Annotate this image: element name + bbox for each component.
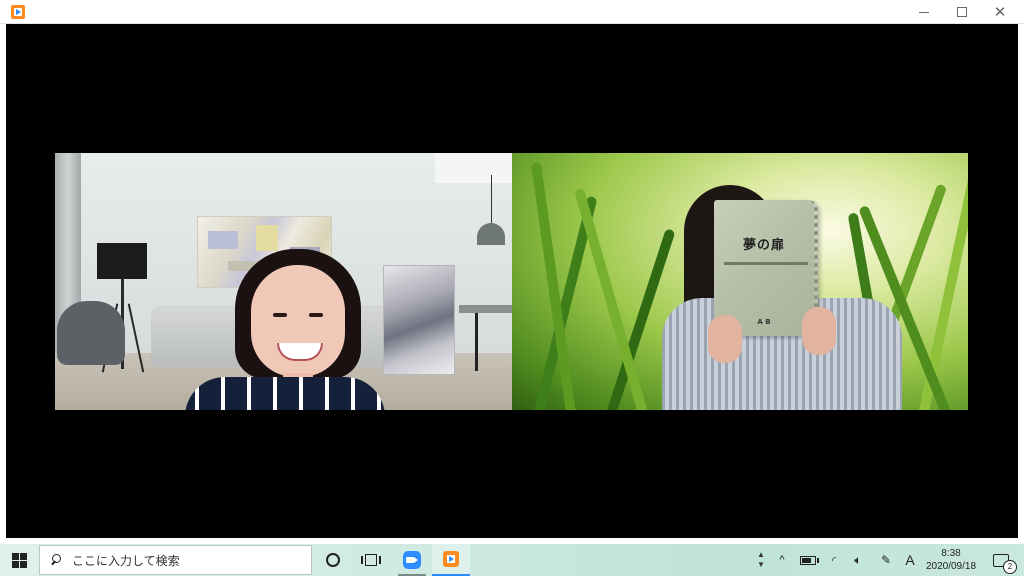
table-leg — [475, 313, 478, 371]
battery-icon[interactable] — [796, 544, 820, 576]
booklet-subtitle-line — [724, 262, 808, 265]
participant-striped-top — [185, 377, 385, 410]
search-icon — [50, 554, 62, 566]
cortana-icon[interactable] — [314, 544, 352, 576]
volume-icon[interactable]: 🔈︎ — [848, 544, 868, 576]
wifi-icon[interactable]: ◜ — [824, 544, 844, 576]
minimize-icon — [919, 11, 929, 13]
show-hidden-icons-chevron-icon[interactable]: ^ — [772, 544, 792, 576]
clock-date: 2020/09/18 — [925, 561, 977, 572]
clock-time: 8:38 — [941, 548, 961, 559]
smile — [277, 343, 323, 361]
maximize-icon — [957, 7, 967, 17]
system-clock[interactable]: 8:38 2020/09/18 — [922, 544, 980, 576]
pendant-cord — [491, 175, 492, 223]
window-border-right — [1018, 24, 1024, 538]
participant-face — [251, 265, 345, 377]
close-icon: ✕ — [993, 3, 1007, 21]
notification-count-badge: 2 — [1003, 559, 1017, 574]
ime-mode-indicator[interactable]: A — [900, 544, 920, 576]
right-hand — [802, 307, 836, 355]
left-hand — [708, 315, 742, 363]
task-view-icon[interactable] — [352, 544, 390, 576]
participant-video-right[interactable]: 夢の扉 A B — [512, 153, 968, 410]
maximize-button[interactable] — [944, 0, 980, 24]
taskbar-search-box[interactable]: ここに入力して検索 — [39, 545, 312, 575]
zoom-icon[interactable] — [393, 544, 431, 576]
action-center-button[interactable]: 2 — [984, 544, 1018, 576]
participant-video-left[interactable] — [55, 153, 512, 410]
close-button[interactable]: ✕ — [982, 0, 1018, 24]
notification-icon: 2 — [993, 553, 1017, 574]
eye — [309, 313, 323, 317]
grass-blade — [574, 187, 650, 410]
pen-workspace-icon[interactable]: ✎ — [876, 544, 896, 576]
start-button[interactable] — [0, 544, 38, 576]
city-canvas-art — [383, 265, 455, 375]
side-table — [459, 305, 512, 313]
video-player-taskbar-icon[interactable] — [432, 544, 470, 576]
egg-chair — [57, 301, 125, 365]
ceiling-beam — [435, 153, 512, 183]
video-player-icon — [11, 5, 25, 19]
taskbar: ここに入力して検索 ▲ ▼ ^ ◜ 🔈︎ ✎ A 8:38 2020/09/18 … — [0, 544, 1024, 576]
search-placeholder: ここに入力して検索 — [72, 553, 180, 568]
pendant-light — [477, 223, 505, 245]
booklet-title: 夢の扉 — [742, 238, 785, 253]
floor-lamp — [97, 243, 147, 279]
minimize-button[interactable] — [906, 0, 942, 24]
windows-logo-icon — [11, 552, 27, 568]
eye — [273, 313, 287, 317]
tray-scroll-arrows[interactable]: ▲ ▼ — [754, 544, 768, 576]
title-bar: ✕ — [0, 0, 1024, 24]
